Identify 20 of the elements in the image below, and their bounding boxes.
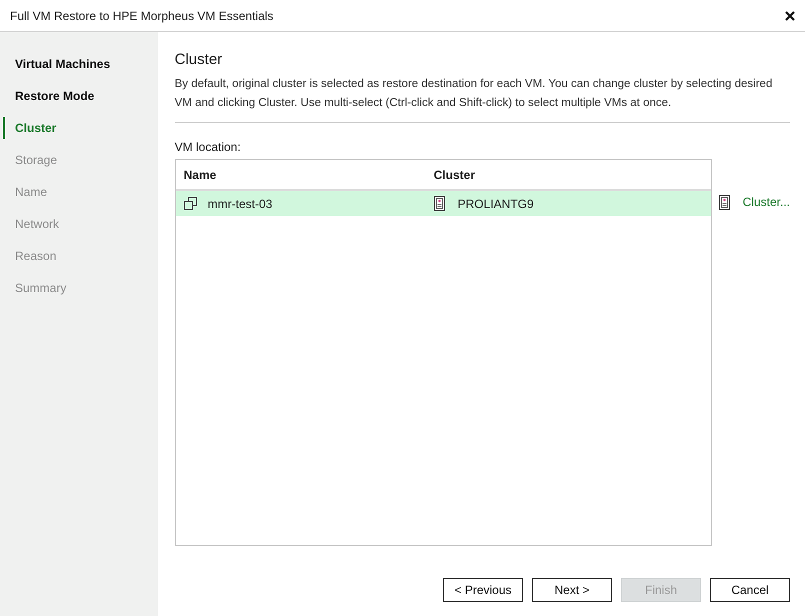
sidebar-step[interactable]: Virtual Machines: [15, 55, 110, 73]
vm-name-cell-text: mmr-test-03: [208, 196, 272, 212]
wizard-button[interactable]: Cancel: [710, 578, 790, 602]
vm-icon: [184, 197, 197, 210]
column-header[interactable]: Name: [184, 168, 216, 182]
window-title: Full VM Restore to HPE Morpheus VM Essentials: [10, 8, 274, 24]
page-description: By default, original cluster is selected as restore destination for each VM. You can change cluster by selecting desired VM and clicking Cluster. Use multi-select (Ctrl-click and Shift-click) to select multiple VMs at once.: [174, 77, 774, 111]
wizard-button[interactable]: Next >: [532, 578, 612, 602]
table-row[interactable]: mmr-test-03 PROLIANTG9: [176, 191, 711, 216]
server-icon: [434, 196, 445, 211]
sidebar-step[interactable]: Cluster: [15, 119, 56, 137]
sidebar-step[interactable]: Restore Mode: [15, 87, 94, 105]
server-icon: [718, 194, 730, 210]
cluster-cell-text: PROLIANTG9: [458, 196, 534, 212]
list-label: VM location:: [174, 139, 241, 155]
wizard-button[interactable]: < Previous: [443, 578, 523, 602]
page-heading: Cluster: [174, 50, 222, 70]
column-header[interactable]: Cluster: [434, 168, 475, 182]
cluster-link[interactable]: Cluster...: [718, 192, 790, 212]
close-icon[interactable]: [785, 10, 795, 20]
